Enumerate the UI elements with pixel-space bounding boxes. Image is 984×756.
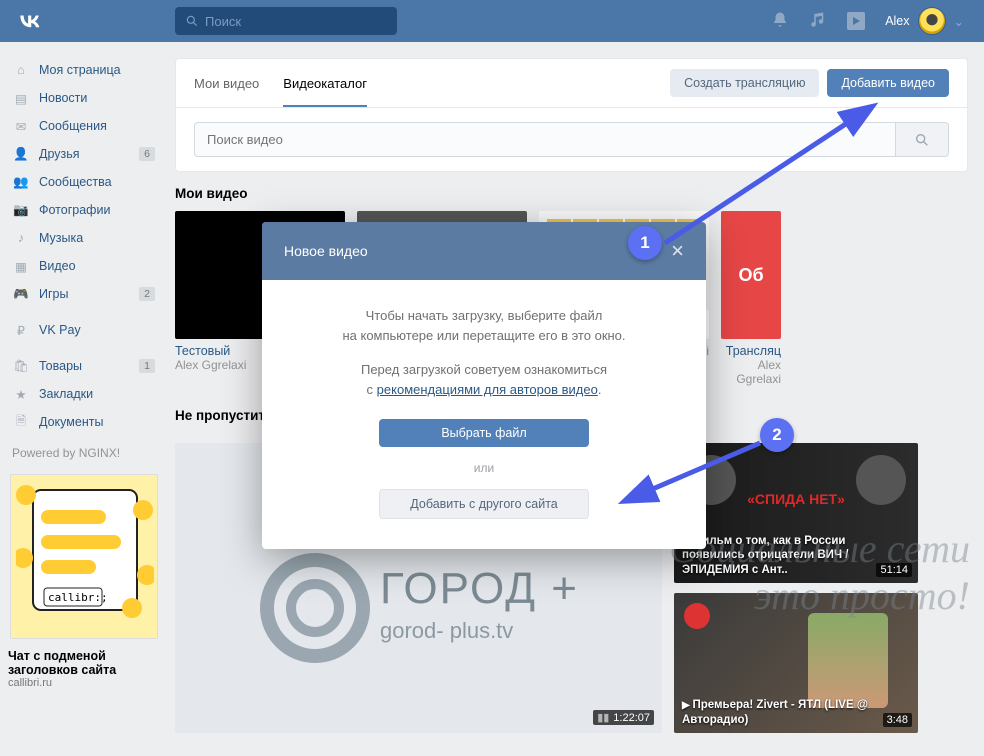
ad-subtitle: callibri.ru [6,677,161,689]
main-content: Мои видео Видеокаталог Создать трансляци… [165,50,984,733]
news-icon: ▤ [12,89,30,107]
video-title: ▶ Премьера! Zivert - ЯТЛ (LIVE @ Авторад… [682,698,874,727]
featured-row: ГОРОД + gorod- plus.tv ▮▮1:22:07 «СПИДА … [175,443,968,733]
gamepad-icon: 🎮 [12,285,30,303]
svg-text:gorod- plus.tv: gorod- plus.tv [380,618,513,643]
sidebar-item-friends[interactable]: 👤Друзья6 [6,140,161,168]
video-search-row [176,108,967,171]
games-badge: 2 [139,287,155,301]
star-icon: ★ [12,385,30,403]
ad-title: Чат с подменой заголовков сайта [6,643,161,677]
messages-icon: ✉ [12,117,30,135]
video-search-input[interactable] [194,122,895,157]
video-item[interactable]: Об Трансляц Alex Ggrelaxi [721,211,781,386]
note-icon: ♪ [12,229,30,247]
doc-icon: 🗎 [12,413,30,431]
video-duration: ▮▮1:22:07 [593,710,654,725]
notifications-icon[interactable] [771,11,789,32]
bag-icon: 🛍 [12,357,30,375]
friends-badge: 6 [139,147,155,161]
sidebar-item-profile[interactable]: ⌂Моя страница [6,56,161,84]
music-icon[interactable] [809,11,827,32]
avatar [918,7,946,35]
sidebar-item-vkpay[interactable]: ₽VK Pay [6,316,161,344]
friends-icon: 👤 [12,145,30,163]
tab-row: Мои видео Видеокаталог Создать трансляци… [176,59,967,108]
sidebar-item-bookmarks[interactable]: ★Закладки [6,380,161,408]
sidebar-ad[interactable]: callibr:; [10,474,158,639]
video-card: Мои видео Видеокаталог Создать трансляци… [175,58,968,172]
sidebar-item-groups[interactable]: 👥Сообщества [6,168,161,196]
groups-icon: 👥 [12,173,30,191]
sidebar-item-messages[interactable]: ✉Сообщения [6,112,161,140]
featured-video[interactable]: ГОРОД + gorod- plus.tv ▮▮1:22:07 [175,443,662,733]
search-icon [914,132,930,148]
section-dont-miss: Не пропустите [175,408,968,423]
side-video[interactable]: ▶ Премьера! Zivert - ЯТЛ (LIVE @ Авторад… [674,593,918,733]
video-item[interactable]: Выбираем загружае нужный файл 0:11 relax… [539,211,709,386]
home-icon: ⌂ [12,61,30,79]
video-tag: «СПИДА НЕТ» [674,491,918,507]
featured-thumb-art: ГОРОД + gorod- plus.tv [175,443,662,733]
global-search[interactable]: Поиск [175,7,397,35]
sidebar-item-photos[interactable]: 📷Фотографии [6,196,161,224]
sidebar-item-docs[interactable]: 🗎Документы [6,408,161,436]
sidebar-item-games[interactable]: 🎮Игры2 [6,280,161,308]
search-placeholder: Поиск [205,14,241,29]
sidebar-item-video[interactable]: ▦Видео [6,252,161,280]
video-duration: 3:48 [883,713,912,727]
section-my-videos: Мои видео [175,186,968,201]
sidebar-item-market[interactable]: 🛍Товары1 [6,352,161,380]
my-videos-row: Тестовый Alex Ggrelaxi Выбираем загружае… [175,211,968,386]
create-stream-button[interactable]: Создать трансляцию [670,69,819,97]
camera-icon: 📷 [12,201,30,219]
search-icon [185,14,199,28]
video-duration: 0:11 [674,319,703,333]
ad-illustration: callibr:; [16,480,154,628]
username: Alex [885,14,909,28]
tab-catalog[interactable]: Видеокаталог [283,60,367,107]
svg-text:callibr:;: callibr:; [48,591,108,604]
app-header: Поиск Alex ⌄ [0,0,984,42]
svg-text:ГОРОД +: ГОРОД + [380,564,579,613]
vkpay-icon: ₽ [12,321,30,339]
video-duration: 51:14 [876,563,912,577]
sidebar-item-music[interactable]: ♪Музыка [6,224,161,252]
video-item[interactable] [357,211,527,386]
video-search-button[interactable] [895,122,949,157]
video-title: ▶ Фильм о том, как в России появились от… [682,534,874,577]
powered-by: Powered by NGINX! [6,436,161,470]
side-video[interactable]: «СПИДА НЕТ» ▶ Фильм о том, как в России … [674,443,918,583]
user-menu[interactable]: Alex ⌄ [885,7,964,35]
video-play-icon[interactable] [847,12,865,30]
left-sidebar: ⌂Моя страница ▤Новости ✉Сообщения 👤Друзь… [0,50,165,733]
video-item[interactable]: Тестовый Alex Ggrelaxi [175,211,345,386]
add-video-button[interactable]: Добавить видео [827,69,949,97]
film-icon: ▦ [12,257,30,275]
sidebar-item-news[interactable]: ▤Новости [6,84,161,112]
market-badge: 1 [139,359,155,373]
tab-my-videos[interactable]: Мои видео [194,60,259,107]
chevron-down-icon: ⌄ [954,14,964,29]
vk-logo[interactable] [15,6,45,36]
